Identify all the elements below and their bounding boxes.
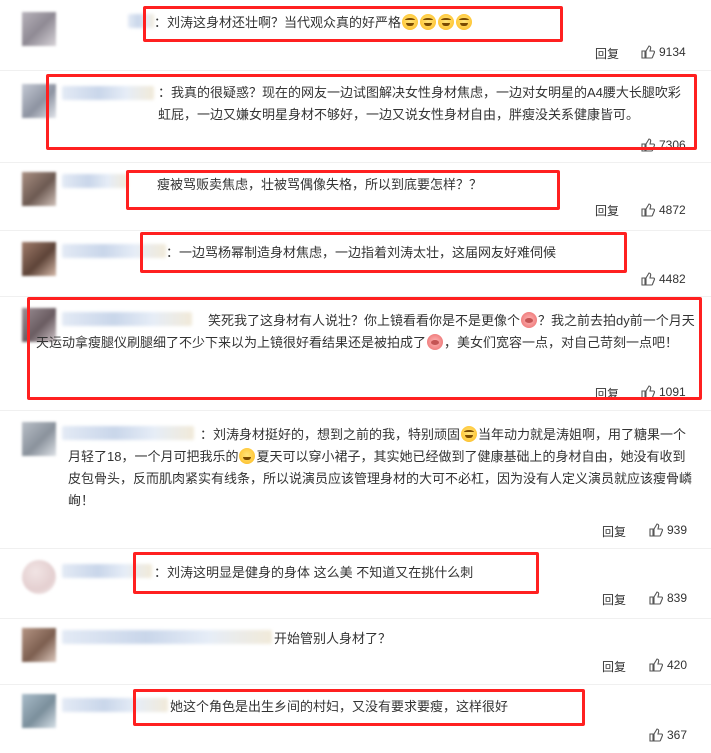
thumbs-up-icon	[641, 385, 655, 399]
thumbs-up-icon	[641, 203, 655, 217]
comment-item: ：刘涛这身材还壮啊？当代观众真的好严格 回复 9134	[0, 0, 711, 71]
reply-button[interactable]: 回复	[602, 658, 626, 675]
comment-item: ：我真的很疑惑？现在的网友一边试图解决女性身材焦虑，一边对女明星的A4腰大长腿吹…	[0, 70, 711, 163]
comment-text-part: ：刘涛这身材还壮啊？当代观众真的好严格	[154, 15, 402, 30]
like-button[interactable]: 367	[649, 728, 687, 742]
reply-button[interactable]: 回复	[602, 523, 626, 540]
pig-emoji-icon	[427, 334, 444, 350]
reply-button[interactable]: 回复	[602, 591, 626, 608]
comment-item: 瘦被骂贩卖焦虑，壮被骂偶像失格，所以到底要怎样？？ 回复 4872	[0, 162, 711, 231]
laugh-emoji-icon	[402, 14, 419, 30]
like-count: 7306	[659, 138, 686, 152]
comment-text: ：刘涛这身材还壮啊？当代观众真的好严格	[154, 12, 473, 34]
laugh-emoji-icon	[438, 14, 455, 30]
like-button[interactable]: 4482	[641, 272, 686, 286]
like-count: 4482	[659, 272, 686, 286]
grin-emoji-icon	[239, 448, 256, 464]
comment-item: 笑死我了这身材有人说壮？你上镜看看你是不是更像个 ？我之前去拍dy前一个月天天运动…	[0, 296, 711, 411]
comment-text: 她这个角色是出生乡间的村妇，又没有要求要瘦，这样很好	[170, 699, 509, 714]
thumbs-up-icon	[649, 591, 663, 605]
comment-text-part: ：刘涛身材挺好的，想到之前的我，特别顽固	[200, 427, 461, 442]
like-button[interactable]: 420	[649, 658, 687, 672]
comment-text: 开始管别人身材了？	[274, 631, 392, 646]
username[interactable]	[62, 564, 152, 578]
avatar[interactable]	[22, 172, 56, 206]
username[interactable]	[62, 698, 168, 712]
comment-item: ：一边骂杨幂制造身材焦虑，一边指着刘涛太壮，这届网友好难伺候 4482	[0, 230, 711, 297]
comment-text: ：刘涛身材挺好的，想到之前的我，特别顽固 当年动力就是涛姐啊，用了糖果一个月轻了1…	[68, 424, 698, 512]
laugh-emoji-icon	[461, 426, 478, 442]
thumbs-up-icon	[641, 138, 655, 152]
comment-item: 开始管别人身材了？ 回复 420	[0, 618, 711, 685]
comment-item: 她这个角色是出生乡间的村妇，又没有要求要瘦，这样很好 367	[0, 684, 711, 753]
comment-text: ：一边骂杨幂制造身材焦虑，一边指着刘涛太壮，这届网友好难伺候	[166, 245, 557, 260]
thumbs-up-icon	[649, 658, 663, 672]
like-count: 367	[667, 728, 688, 742]
laugh-emoji-icon	[456, 14, 473, 30]
comment-list: ：刘涛这身材还壮啊？当代观众真的好严格 回复 9134 ：我真的很疑惑？现在的网…	[0, 0, 711, 753]
comment-text: 瘦被骂贩卖焦虑，壮被骂偶像失格，所以到底要怎样？？	[157, 177, 483, 192]
username[interactable]	[62, 86, 154, 100]
reply-button[interactable]: 回复	[595, 385, 619, 402]
reply-button[interactable]: 回复	[595, 45, 619, 62]
like-count: 9134	[659, 45, 686, 59]
comment-text: ：刘涛这明显是健身的身体 这么美 不知道又在挑什么刺	[154, 565, 474, 580]
avatar[interactable]	[22, 12, 56, 46]
avatar[interactable]	[22, 694, 56, 728]
username[interactable]	[62, 630, 272, 644]
like-count: 939	[667, 523, 688, 537]
username[interactable]	[62, 244, 166, 258]
avatar[interactable]	[22, 628, 56, 662]
avatar[interactable]	[22, 84, 56, 118]
comment-text-part: 笑死我了这身材有人说壮？你上镜看看你是不是更像个	[208, 313, 521, 328]
comment-text: 笑死我了这身材有人说壮？你上镜看看你是不是更像个 ？我之前去拍dy前一个月天天运动…	[36, 310, 696, 354]
comment-item: ：刘涛身材挺好的，想到之前的我，特别顽固 当年动力就是涛姐啊，用了糖果一个月轻了1…	[0, 410, 711, 549]
comment-text: ：我真的很疑惑？现在的网友一边试图解决女性身材焦虑，一边对女明星的A4腰大长腿吹…	[158, 85, 681, 122]
like-count: 839	[667, 591, 688, 605]
avatar[interactable]	[22, 422, 56, 456]
like-count: 4872	[659, 203, 686, 217]
avatar[interactable]	[22, 560, 56, 594]
like-button[interactable]: 839	[649, 591, 687, 605]
like-button[interactable]: 9134	[641, 45, 686, 59]
thumbs-up-icon	[641, 272, 655, 286]
comment-item: ：刘涛这明显是健身的身体 这么美 不知道又在挑什么刺 回复 839	[0, 548, 711, 619]
laugh-emoji-icon	[420, 14, 437, 30]
username[interactable]	[62, 174, 128, 188]
thumbs-up-icon	[649, 523, 663, 537]
like-count: 420	[667, 658, 688, 672]
like-button[interactable]: 7306	[641, 138, 686, 152]
thumbs-up-icon	[641, 45, 655, 59]
username[interactable]	[128, 14, 154, 28]
reply-button[interactable]: 回复	[595, 202, 619, 219]
comment-text-part: ，美女们宽容一点，对自己苛刻一点吧！	[444, 335, 679, 350]
thumbs-up-icon	[649, 728, 663, 742]
like-button[interactable]: 939	[649, 523, 687, 537]
like-button[interactable]: 4872	[641, 203, 686, 217]
like-count: 1091	[659, 385, 686, 399]
pig-emoji-icon	[521, 312, 538, 328]
like-button[interactable]: 1091	[641, 385, 686, 399]
avatar[interactable]	[22, 242, 56, 276]
